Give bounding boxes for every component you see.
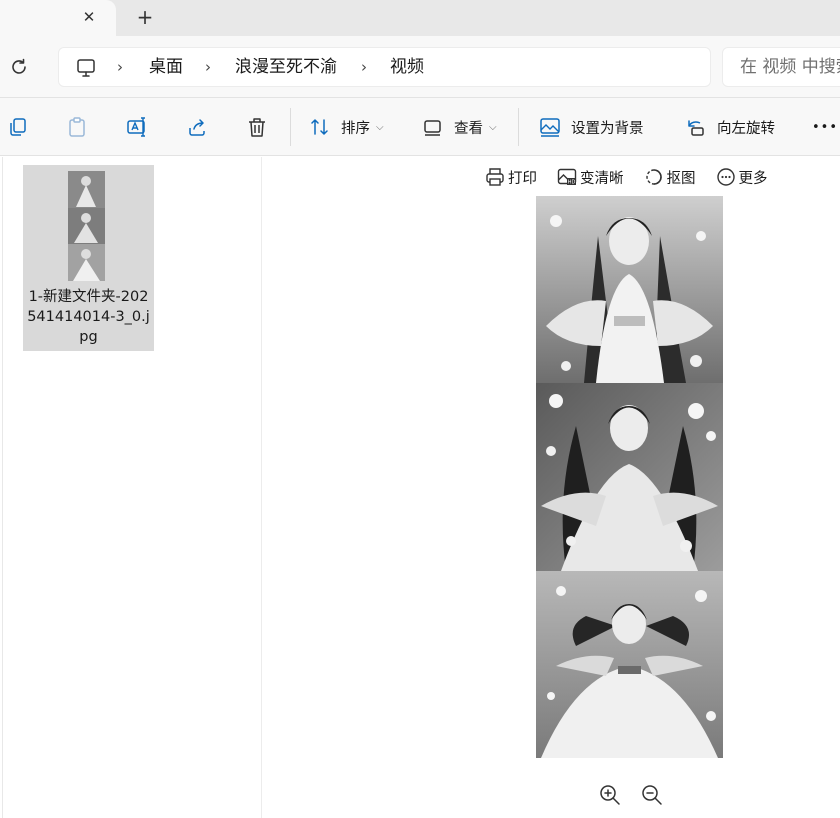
thumbnail-image: [68, 171, 105, 281]
enhance-button[interactable]: HD 变清晰: [557, 167, 624, 188]
more-options-button[interactable]: •••: [812, 115, 838, 139]
cutout-button[interactable]: 抠图: [644, 167, 696, 188]
zoom-out-icon[interactable]: [640, 783, 664, 807]
share-button[interactable]: [186, 115, 208, 139]
paste-button[interactable]: [66, 115, 88, 139]
copy-icon: [10, 118, 26, 136]
preview-actions: 打印 HD 变清晰 抠图 更多: [485, 165, 788, 189]
file-item-selected[interactable]: 1-新建文件夹-202541414014-3_0.jpg: [23, 165, 154, 351]
chevron-right-icon[interactable]: ›: [205, 56, 211, 78]
set-background-label: 设置为背景: [571, 120, 644, 137]
set-background-button[interactable]: 设置为背景: [539, 115, 644, 139]
refresh-icon[interactable]: [8, 56, 30, 78]
panel-edge: [2, 157, 3, 818]
enhance-hd-icon: HD: [557, 168, 577, 186]
monitor-icon[interactable]: [75, 57, 97, 79]
rename-icon: [127, 117, 145, 137]
rename-button[interactable]: [126, 115, 148, 139]
copy-button[interactable]: [7, 115, 29, 139]
view-label: 查看: [454, 120, 483, 137]
toolbar-divider: [290, 108, 291, 146]
breadcrumb-item-folder[interactable]: 浪漫至死不渝: [235, 56, 337, 78]
rotate-left-icon: [688, 120, 704, 136]
cutout-icon: [645, 169, 662, 185]
print-label: 打印: [508, 170, 537, 187]
share-icon: [189, 119, 205, 136]
search-input[interactable]: 在 视频 中搜索: [722, 47, 840, 87]
file-list-panel: 1-新建文件夹-202541414014-3_0.jpg: [0, 157, 262, 818]
search-placeholder: 在 视频 中搜索: [740, 57, 840, 77]
sort-icon: [311, 119, 328, 135]
chevron-right-icon[interactable]: ›: [361, 56, 367, 78]
close-tab-button[interactable]: ✕: [78, 6, 100, 28]
more-circle-icon: [716, 168, 735, 186]
new-tab-button[interactable]: +: [134, 6, 156, 28]
preview-image: [536, 196, 723, 758]
tab-current[interactable]: ✕: [0, 0, 116, 36]
chevron-down-icon: ⌵: [489, 121, 497, 133]
sort-label: 排序: [341, 120, 370, 137]
wallpaper-icon: [540, 118, 560, 137]
zoom-in-icon[interactable]: [598, 783, 622, 807]
print-button[interactable]: 打印: [485, 167, 537, 188]
print-icon: [486, 168, 504, 186]
preview-pane: 打印 HD 变清晰 抠图 更多: [263, 157, 840, 818]
cutout-label: 抠图: [666, 170, 696, 187]
chevron-down-icon: ⌵: [376, 121, 384, 133]
more-label: 更多: [738, 170, 768, 187]
paste-icon: [69, 117, 85, 137]
toolbar-divider: [518, 108, 519, 146]
breadcrumb[interactable]: › 桌面 › 浪漫至死不渝 › 视频: [58, 47, 711, 87]
view-icon: [424, 120, 441, 136]
preview-more-button[interactable]: 更多: [716, 167, 768, 188]
command-bar: 排序 ⌵ 查看 ⌵ 设置为背景 向左旋转 •••: [0, 98, 840, 156]
tab-strip: ✕ +: [0, 0, 840, 36]
file-name-label: 1-新建文件夹-202541414014-3_0.jpg: [27, 289, 150, 345]
rotate-left-label: 向左旋转: [717, 120, 775, 137]
chevron-right-icon[interactable]: ›: [117, 56, 123, 78]
file-thumbnail: [68, 171, 105, 281]
sort-button[interactable]: 排序 ⌵: [309, 115, 384, 139]
rotate-left-button[interactable]: 向左旋转: [685, 115, 775, 139]
delete-icon: [249, 118, 265, 137]
svg-text:HD: HD: [568, 180, 576, 186]
enhance-label: 变清晰: [580, 170, 624, 187]
delete-button[interactable]: [246, 115, 268, 139]
view-button[interactable]: 查看 ⌵: [422, 115, 497, 139]
file-explorer-window: ✕ + › 桌面 › 浪漫至死不渝 › 视频 在 视频 中搜索: [0, 0, 840, 818]
breadcrumb-item-videos[interactable]: 视频: [390, 56, 424, 78]
breadcrumb-item-desktop[interactable]: 桌面: [149, 56, 183, 78]
address-row: › 桌面 › 浪漫至死不渝 › 视频 在 视频 中搜索: [0, 36, 840, 98]
